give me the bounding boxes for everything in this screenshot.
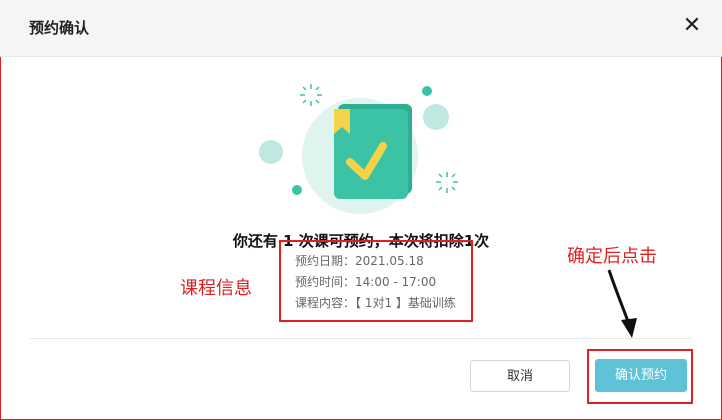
footer-divider bbox=[30, 338, 692, 339]
dialog-title: 预约确认 bbox=[29, 19, 90, 37]
dialog-header: 预约确认 ✕ bbox=[0, 0, 722, 57]
booking-time: 预约时间：14:00 - 17:00 bbox=[295, 275, 437, 289]
confirm-booking-button[interactable]: 确认预约 bbox=[595, 359, 687, 392]
arrow-icon bbox=[607, 269, 637, 338]
course-info-annotation: 课程信息 bbox=[180, 278, 252, 299]
close-icon[interactable]: ✕ bbox=[680, 12, 704, 40]
course-info-box: 预约日期：2021.05.18 预约时间：14:00 - 17:00 课程内容：… bbox=[279, 240, 473, 322]
cancel-button[interactable]: 取消 bbox=[470, 360, 570, 392]
book-checkmark-icon bbox=[259, 84, 458, 214]
confirm-hint-annotation: 确定后点击 bbox=[567, 246, 657, 267]
course-content: 课程内容：【 1对1 】基础训练 bbox=[295, 296, 456, 310]
booking-date: 预约日期：2021.05.18 bbox=[295, 254, 424, 268]
confirm-highlight-box: 确认预约 bbox=[587, 349, 693, 404]
